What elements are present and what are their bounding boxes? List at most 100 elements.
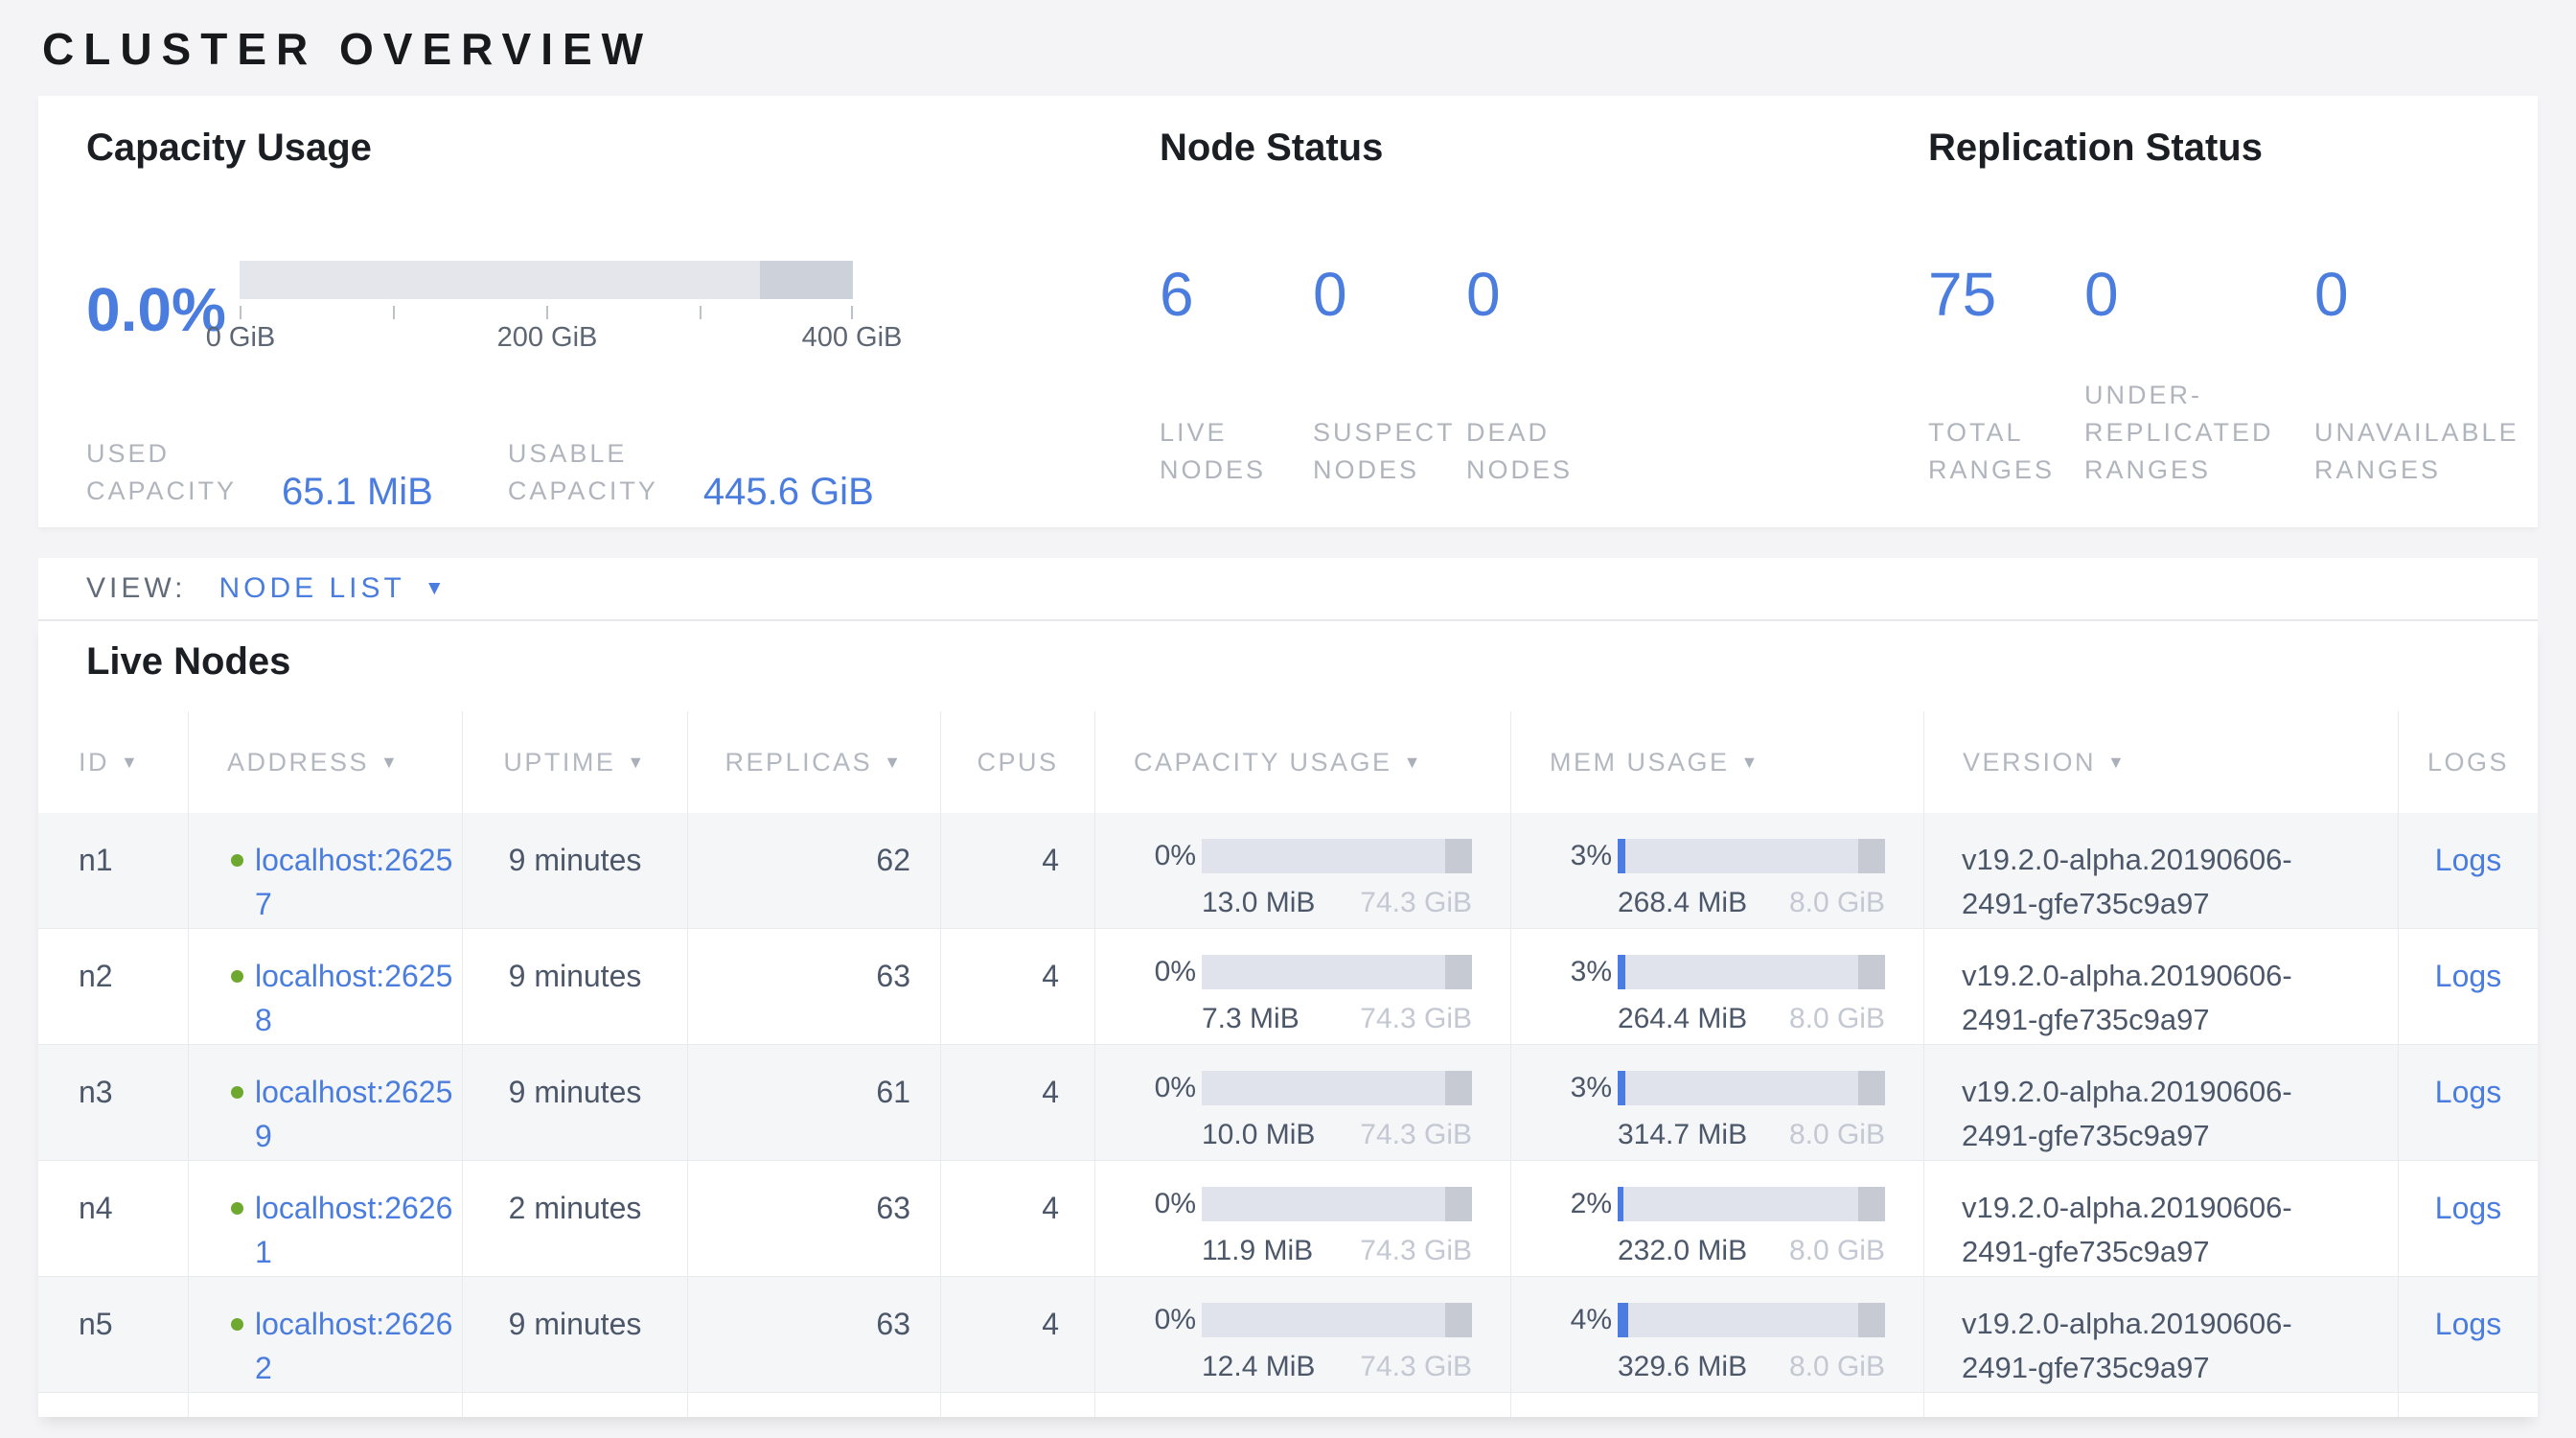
mem-percent-label: 3% (1549, 1071, 1612, 1113)
mem-total-value: 8.0 GiB (1789, 1118, 1885, 1160)
logs-link[interactable]: Logs (2435, 1075, 2501, 1109)
axis-label-400: 400 GiB (802, 322, 903, 354)
live-nodes-card: Live Nodes ID▼ADDRESS▼UPTIME▼REPLICAS▼CP… (38, 621, 2538, 1417)
used-capacity-value: 65.1 MiB (282, 471, 433, 514)
node-status-section: Node Status 6 LIVE NODES 0 SUSPECT NODES… (1160, 127, 1888, 170)
mem-total-value: 8.0 GiB (1789, 1234, 1885, 1276)
cluster-overview-page: CLUSTER OVERVIEW Capacity Usage 0.0% (0, 0, 2576, 1438)
summary-card: Capacity Usage 0.0% (38, 96, 2538, 527)
table-header-row: ID▼ADDRESS▼UPTIME▼REPLICAS▼CPUSCAPACITY … (38, 711, 2538, 813)
version-cell: v19.2.0-alpha.20190606-2491-gfe735c9a97 (1923, 813, 2398, 928)
cpus-cell: 4 (940, 813, 1094, 928)
capacity-usage-cell: 0% 11.9 MiB 74.3 GiB (1094, 1161, 1510, 1276)
capacity-usage-cell: 0% 7.3 MiB 74.3 GiB (1094, 929, 1510, 1044)
logs-cell: Logs (2398, 929, 2538, 1044)
mem-bar (1618, 1071, 1885, 1105)
node-address-link[interactable]: localhost:26262 (255, 1302, 462, 1390)
logs-cell: Logs (2398, 813, 2538, 928)
column-header-mem-usage[interactable]: MEM USAGE▼ (1510, 711, 1923, 813)
mem-bar-fill (1618, 1303, 1628, 1337)
suspect-nodes-stat: 0 SUSPECT NODES (1313, 261, 1466, 489)
dead-nodes-label: DEAD NODES (1466, 414, 1620, 489)
column-header-id[interactable]: ID▼ (38, 711, 188, 813)
live-nodes-stat: 6 LIVE NODES (1160, 261, 1313, 489)
mem-used-value: 232.0 MiB (1618, 1234, 1747, 1276)
replicas-cell: 63 (687, 1161, 940, 1276)
live-status-dot-icon (231, 970, 243, 983)
logs-link[interactable]: Logs (2435, 843, 2501, 877)
column-header-address[interactable]: ADDRESS▼ (188, 711, 462, 813)
capacity-axis-ticks (240, 299, 853, 320)
capacity-percent-label: 0% (1133, 1187, 1196, 1229)
table-row: n2 localhost:26258 9 minutes 63 4 0% 7.3… (38, 929, 2538, 1045)
column-header-uptime[interactable]: UPTIME▼ (462, 711, 687, 813)
capacity-usage-cell: 0% 12.4 MiB 74.3 GiB (1094, 1277, 1510, 1392)
mem-bar-reserved (1858, 1071, 1885, 1105)
mem-bar-reserved (1858, 839, 1885, 873)
mem-usage-cell: 3% 264.4 MiB 8.0 GiB (1510, 929, 1923, 1044)
mem-used-value: 268.4 MiB (1618, 886, 1747, 928)
mem-used-value: 264.4 MiB (1618, 1002, 1747, 1044)
node-address-cell: localhost:26258 (188, 929, 462, 1044)
capacity-bar (1202, 955, 1472, 989)
column-header-capacity-usage[interactable]: CAPACITY USAGE▼ (1094, 711, 1510, 813)
capacity-bar-reserved (1445, 1187, 1472, 1221)
capacity-usage-cell: 0% 10.0 MiB 74.3 GiB (1094, 1045, 1510, 1160)
logs-cell: Logs (2398, 1161, 2538, 1276)
mem-usage-cell: 3% 314.7 MiB 8.0 GiB (1510, 1045, 1923, 1160)
node-status-stats: 6 LIVE NODES 0 SUSPECT NODES 0 DEAD NODE… (1160, 261, 1620, 489)
mem-total-value: 8.0 GiB (1789, 1350, 1885, 1392)
mem-total-value: 8.0 GiB (1789, 886, 1885, 928)
logs-link[interactable]: Logs (2435, 1191, 2501, 1225)
sort-arrow-icon: ▼ (627, 753, 646, 773)
suspect-nodes-label: SUSPECT NODES (1313, 414, 1466, 489)
sort-arrow-icon: ▼ (121, 753, 140, 773)
table-row-partial (38, 1393, 2538, 1416)
mem-bar-fill (1618, 1071, 1625, 1105)
view-dropdown[interactable]: NODE LIST ▼ (218, 572, 448, 605)
node-address-cell: localhost:26261 (188, 1161, 462, 1276)
logs-link[interactable]: Logs (2435, 959, 2501, 993)
dead-nodes-stat: 0 DEAD NODES (1466, 261, 1620, 489)
view-dropdown-value: NODE LIST (218, 572, 404, 605)
version-cell: v19.2.0-alpha.20190606-2491-gfe735c9a97 (1923, 1161, 2398, 1276)
capacity-percent-label: 0% (1133, 1071, 1196, 1113)
mem-usage-cell: 3% 268.4 MiB 8.0 GiB (1510, 813, 1923, 928)
replicas-cell: 62 (687, 813, 940, 928)
node-address-link[interactable]: localhost:26258 (255, 954, 462, 1042)
logs-link[interactable]: Logs (2435, 1307, 2501, 1341)
capacity-axis-labels: 0 GiB 200 GiB 400 GiB (240, 320, 853, 359)
capacity-percent-label: 0% (1133, 1303, 1196, 1345)
mem-bar-reserved (1858, 1187, 1885, 1221)
used-capacity-label: USED CAPACITY (86, 435, 242, 510)
capacity-used-value: 7.3 MiB (1202, 1002, 1300, 1044)
mem-usage-cell: 4% 329.6 MiB 8.0 GiB (1510, 1277, 1923, 1392)
node-address-cell: localhost:26257 (188, 813, 462, 928)
replication-stats: 75 TOTAL RANGES 0 UNDER-REPLICATED RANGE… (1928, 261, 2535, 489)
column-header-version[interactable]: VERSION▼ (1923, 711, 2398, 813)
capacity-usage-title: Capacity Usage (86, 127, 1121, 170)
total-ranges-label: TOTAL RANGES (1928, 414, 2084, 489)
uptime-cell: 9 minutes (462, 1045, 687, 1160)
mem-bar-reserved (1858, 955, 1885, 989)
node-address-link[interactable]: localhost:26259 (255, 1070, 462, 1158)
logs-cell: Logs (2398, 1045, 2538, 1160)
capacity-bar (1202, 1303, 1472, 1337)
chevron-down-icon: ▼ (425, 577, 448, 600)
capacity-bar (1202, 839, 1472, 873)
mem-used-value: 314.7 MiB (1618, 1118, 1747, 1160)
uptime-cell: 9 minutes (462, 1277, 687, 1392)
live-nodes-table: ID▼ADDRESS▼UPTIME▼REPLICAS▼CPUSCAPACITY … (38, 711, 2538, 1416)
capacity-bar (1202, 1187, 1472, 1221)
replicas-cell: 63 (687, 1277, 940, 1392)
table-row: n3 localhost:26259 9 minutes 61 4 0% 10.… (38, 1045, 2538, 1161)
column-header-replicas[interactable]: REPLICAS▼ (687, 711, 940, 813)
capacity-total-value: 74.3 GiB (1360, 1118, 1472, 1160)
node-address-link[interactable]: localhost:26257 (255, 838, 462, 926)
usable-capacity-value: 445.6 GiB (703, 471, 874, 514)
node-address-link[interactable]: localhost:26261 (255, 1186, 462, 1274)
capacity-used-value: 11.9 MiB (1202, 1234, 1313, 1276)
column-header-cpus: CPUS (940, 711, 1094, 813)
mem-percent-label: 4% (1549, 1303, 1612, 1345)
view-selector-bar: VIEW: NODE LIST ▼ (38, 558, 2538, 621)
